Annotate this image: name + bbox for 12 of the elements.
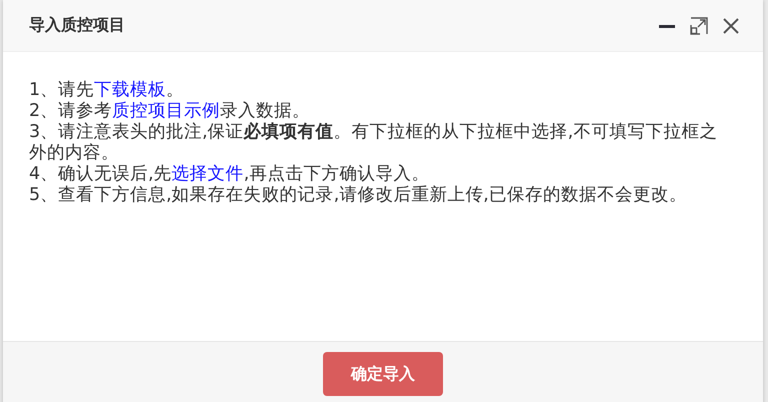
dialog-title: 导入质控项目 [29, 15, 126, 36]
link[interactable]: 下载模板 [94, 80, 166, 100]
instruction-line: 3、请注意表头的批注,保证必填项有值。有下拉框的从下拉框中选择,不可填写下拉框之外的内容。 [29, 122, 718, 164]
close-icon[interactable] [721, 16, 741, 36]
instruction-line: 2、请参考质控项目示例录入数据。 [29, 101, 312, 122]
instruction-line: 1、请先下载模板。 [29, 80, 186, 101]
link[interactable]: 选择文件 [172, 164, 244, 184]
instruction-line: 5、查看下方信息,如果存在失败的记录,请修改后重新上传,已保存的数据不会更改。 [29, 185, 688, 206]
confirm-import-button[interactable]: 确定导入 [323, 352, 443, 396]
link[interactable]: 质控项目示例 [112, 101, 220, 121]
maximize-icon[interactable] [689, 16, 709, 36]
instruction-line: 4、确认无误后,先选择文件,再点击下方确认导入。 [29, 164, 430, 185]
